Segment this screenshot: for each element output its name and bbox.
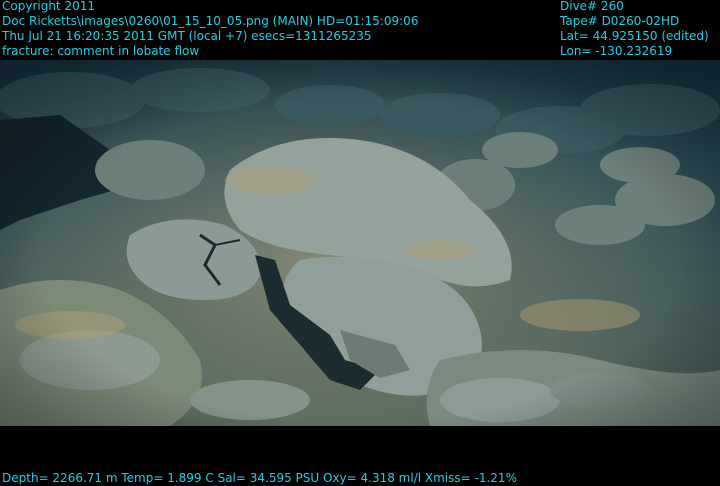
tape-number-text: Tape# D0260-02HD xyxy=(560,14,680,28)
image-path-text: Doc Ricketts\images\0260\01_15_10_05.png… xyxy=(2,14,419,28)
timestamp-text: Thu Jul 21 16:20:35 2011 GMT (local +7) … xyxy=(2,29,372,43)
latitude-text: Lat= 44.925150 (edited) xyxy=(560,29,709,43)
seafloor-photo-svg xyxy=(0,60,720,426)
seafloor-photo xyxy=(0,60,720,426)
dive-number-text: Dive# 260 xyxy=(560,0,624,13)
bottom-info-overlay: Depth= 2266.71 m Temp= 1.899 C Sal= 34.5… xyxy=(0,426,720,486)
copyright-text: Copyright 2011 xyxy=(2,0,95,13)
comment-text: fracture: comment in lobate flow xyxy=(2,44,200,58)
sensor-readout-text: Depth= 2266.71 m Temp= 1.899 C Sal= 34.5… xyxy=(2,471,517,485)
top-info-overlay: Copyright 2011 Doc Ricketts\images\0260\… xyxy=(0,0,720,60)
longitude-text: Lon= -130.232619 xyxy=(560,44,673,58)
